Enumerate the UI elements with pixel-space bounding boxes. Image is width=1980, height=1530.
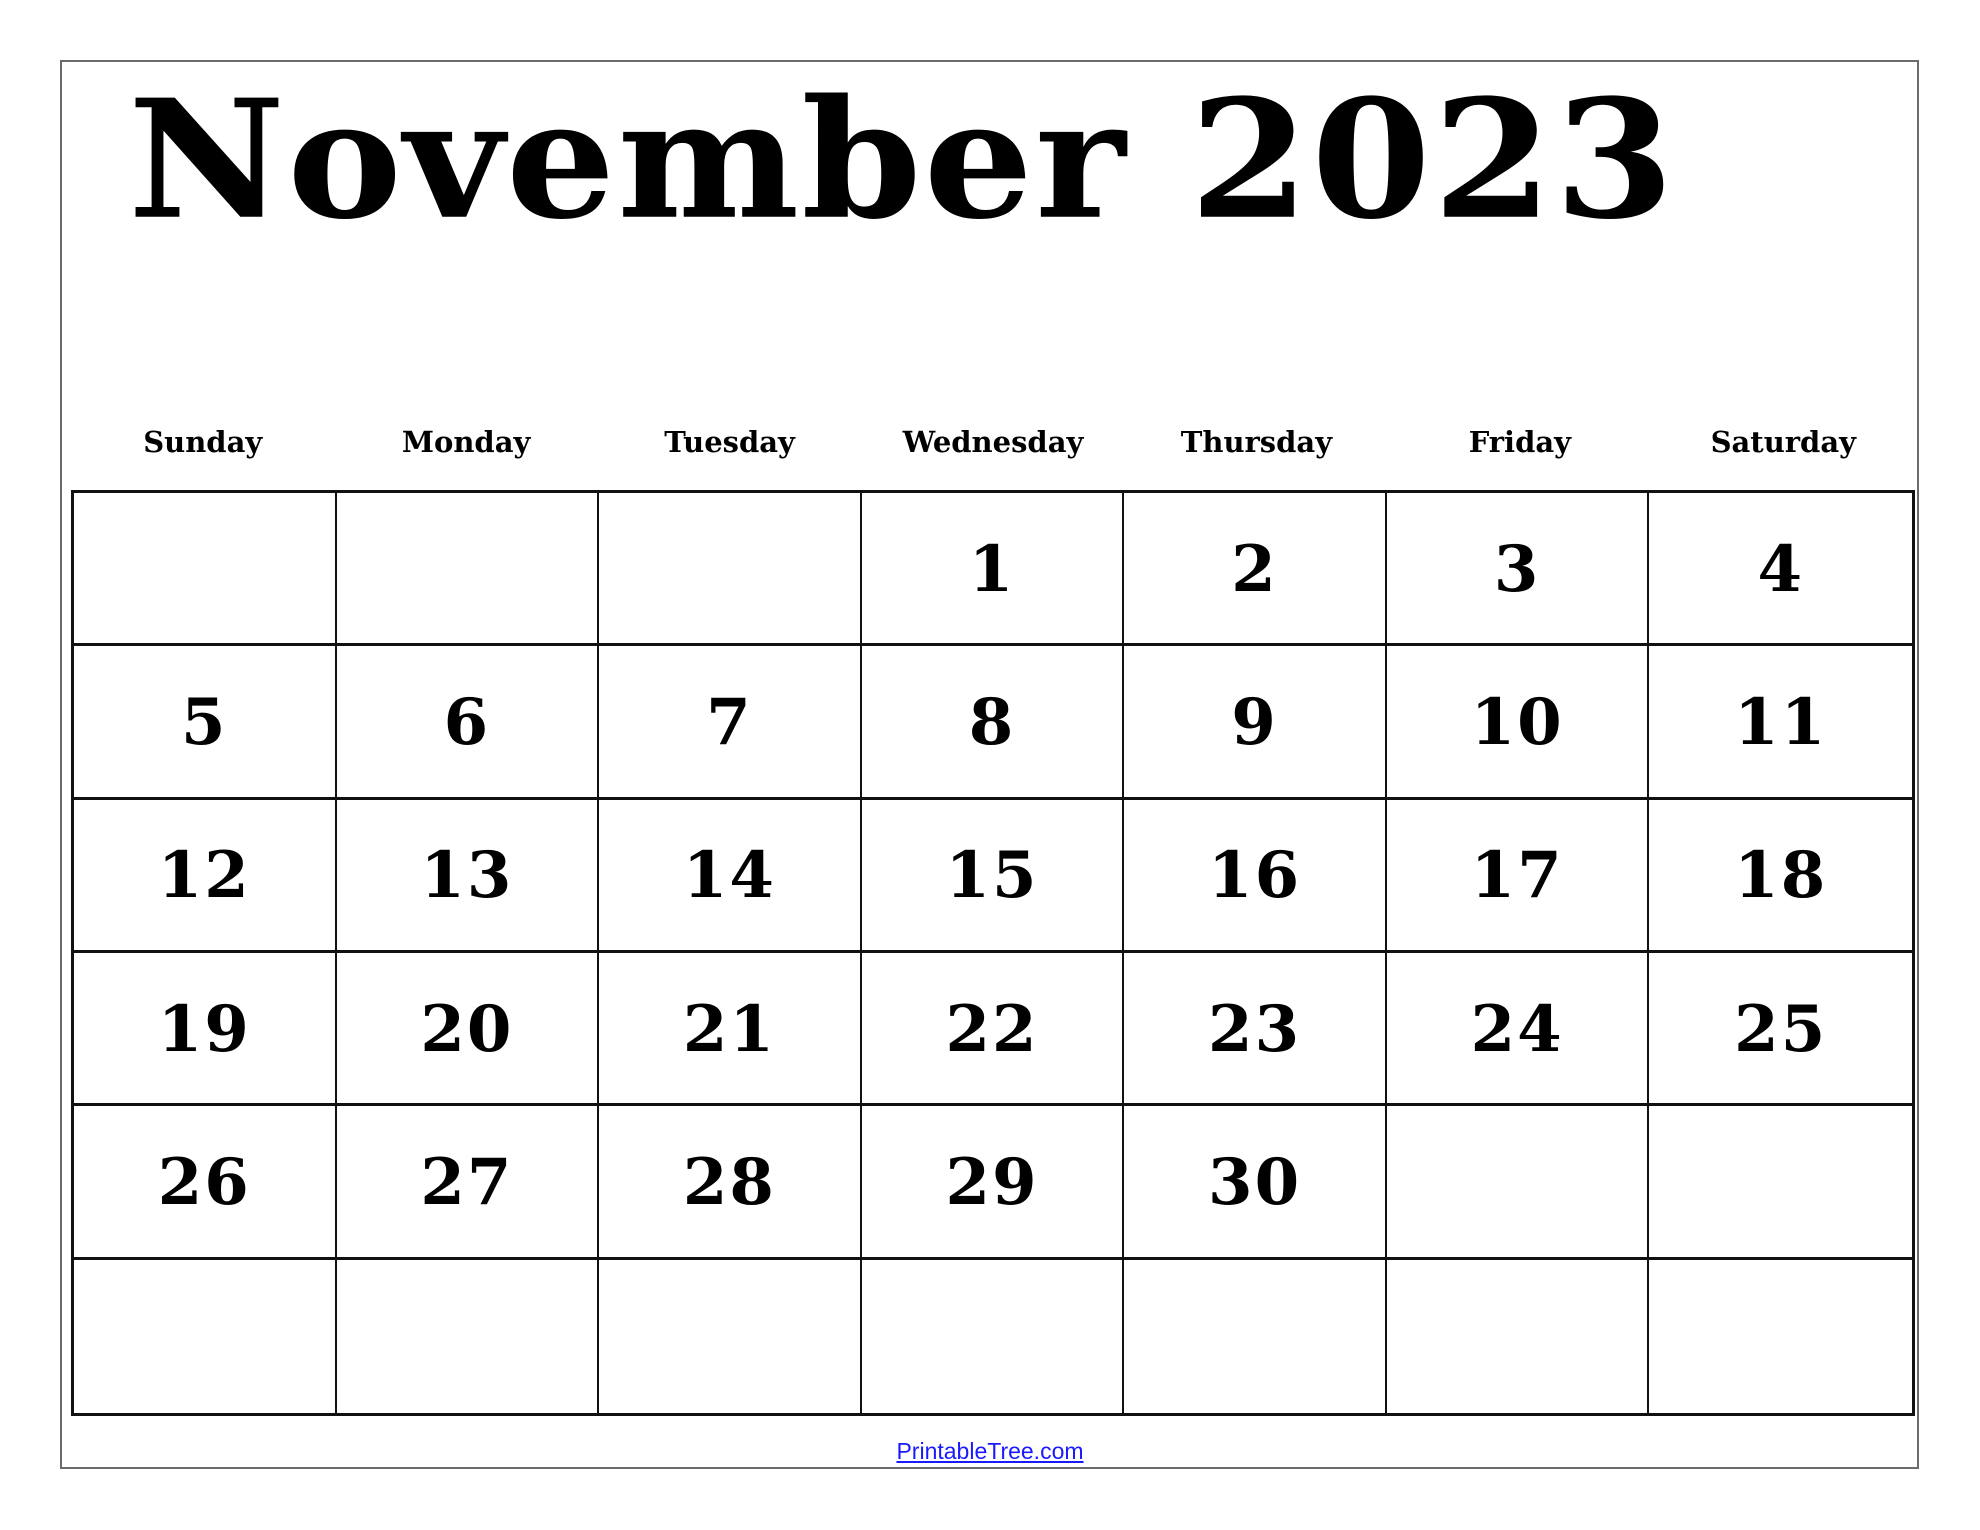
day-number: 29 [945,1144,1039,1220]
day-cell-25: 25 [1649,953,1912,1107]
day-number: 13 [420,838,514,914]
empty-day-cell [862,1259,1125,1413]
day-cell-20: 20 [336,952,600,1107]
day-number: 28 [682,1144,776,1220]
day-cell-8: 8 [861,646,1125,800]
day-number: 9 [1231,684,1278,760]
day-number: 21 [682,991,776,1067]
day-cell-28: 28 [599,1106,862,1260]
day-cell-4: 4 [1649,493,1912,647]
day-number: 17 [1470,838,1564,914]
day-number: 5 [181,684,228,760]
day-number: 19 [157,991,251,1067]
day-cell-17: 17 [1386,799,1650,953]
empty-day-cell [1649,1260,1912,1413]
day-cell-9: 9 [1124,646,1387,800]
day-number: 15 [945,838,1039,914]
day-cell-3: 3 [1386,493,1650,647]
day-number: 24 [1470,991,1564,1067]
day-cell-24: 24 [1386,952,1650,1107]
day-cell-7: 7 [599,646,862,800]
day-cell-15: 15 [861,799,1125,953]
day-cell-30: 30 [1124,1106,1387,1260]
empty-day-cell [74,493,337,647]
day-cell-21: 21 [599,952,862,1107]
day-cell-26: 26 [74,1106,337,1260]
day-number: 12 [157,838,251,914]
day-number: 3 [1493,531,1541,607]
empty-day-cell [599,1259,862,1413]
day-number: 27 [420,1144,514,1220]
day-cell-22: 22 [861,952,1125,1107]
day-cell-16: 16 [1124,799,1387,953]
day-number: 11 [1734,684,1828,760]
day-number: 26 [157,1144,251,1220]
day-number: 1 [968,531,1016,607]
day-number: 6 [443,684,491,760]
footer-link[interactable]: PrintableTree.com [896,1438,1083,1464]
weekday-tuesday: Tuesday [664,425,795,459]
calendar-title: November 2023 [128,62,1677,256]
empty-day-cell [599,493,862,647]
day-number: 8 [968,684,1016,760]
day-cell-12: 12 [74,799,337,953]
weekday-wednesday: Wednesday [902,425,1084,459]
day-number: 25 [1734,991,1828,1067]
day-cell-27: 27 [336,1106,600,1260]
day-cell-6: 6 [336,646,600,800]
day-cell-29: 29 [861,1106,1125,1260]
day-number: 10 [1470,684,1564,760]
day-number: 22 [945,991,1039,1067]
day-number: 18 [1734,838,1828,914]
empty-day-cell [337,1259,600,1413]
empty-day-cell [1387,1259,1650,1413]
empty-day-cell [1386,1106,1650,1260]
day-number: 30 [1208,1144,1302,1220]
weekday-header-row: Sunday Monday Tuesday Wednesday Thursday Frid… [71,425,1915,459]
calendar-grid: 1 2 3 4 5 6 7 8 9 10 11 12 13 14 15 16 17 18 19 20 21 22 23 24 2… [71,490,1915,1416]
weekday-thursday: Thursday [1180,425,1333,459]
day-number: 23 [1208,991,1302,1067]
day-number: 2 [1231,531,1278,607]
day-cell-11: 11 [1649,646,1912,800]
day-cell-18: 18 [1649,800,1912,953]
day-number: 7 [706,684,753,760]
day-cell-1: 1 [861,493,1125,647]
weekday-monday: Monday [401,425,531,459]
weekday-saturday: Saturday [1710,425,1856,459]
day-number: 20 [420,991,514,1067]
empty-day-cell [1649,1106,1912,1260]
empty-day-cell [336,493,600,647]
empty-day-cell [1124,1259,1387,1413]
day-number: 16 [1208,838,1302,914]
weekday-friday: Friday [1468,425,1571,459]
day-cell-23: 23 [1124,952,1387,1107]
footer: PrintableTree.com [0,1438,1980,1465]
day-cell-5: 5 [74,646,337,800]
empty-day-cell [74,1259,337,1413]
day-number: 4 [1757,531,1804,607]
day-cell-2: 2 [1124,493,1387,647]
day-cell-10: 10 [1386,646,1650,800]
day-cell-13: 13 [336,799,600,953]
day-cell-14: 14 [599,799,862,953]
day-cell-19: 19 [74,952,337,1107]
weekday-sunday: Sunday [143,425,263,459]
day-number: 14 [682,838,776,914]
